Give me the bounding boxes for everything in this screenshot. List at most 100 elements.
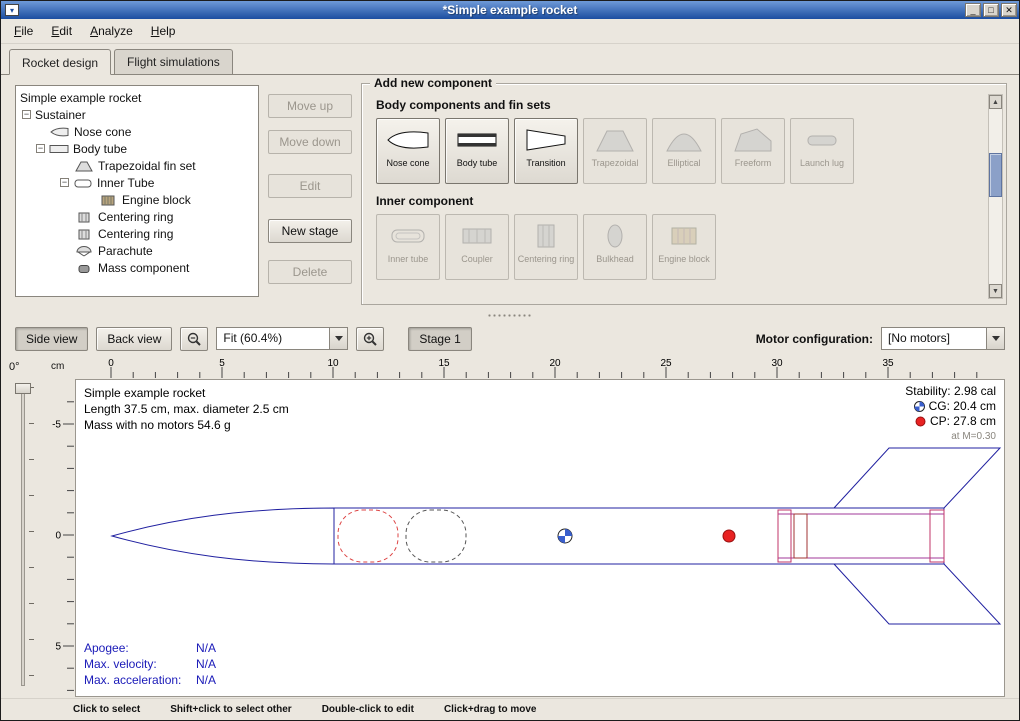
tree-item-parachute[interactable]: Parachute: [16, 242, 258, 259]
stage-1-toggle[interactable]: Stage 1: [408, 327, 471, 351]
horizontal-ruler: 05101520253035: [75, 357, 1005, 379]
move-up-button: Move up: [268, 94, 352, 118]
tree-item-fin-set[interactable]: Trapezoidal fin set: [16, 157, 258, 174]
collapse-icon[interactable]: −: [60, 178, 69, 187]
engine-block-icon: [662, 220, 706, 252]
stability-value: Stability: 2.98 cal: [905, 384, 996, 399]
transition-icon: [524, 124, 568, 156]
coupler-icon: [455, 220, 499, 252]
inner-tube-icon: [73, 177, 93, 189]
launch-lug-icon: [800, 124, 844, 156]
app-icon[interactable]: ▾: [5, 4, 19, 16]
svg-text:15: 15: [438, 358, 450, 369]
zoom-out-button[interactable]: [180, 327, 208, 351]
menu-help[interactable]: Help: [142, 21, 185, 41]
svg-text:35: 35: [882, 358, 894, 369]
scroll-up-icon[interactable]: ▲: [989, 95, 1002, 109]
window-title: *Simple example rocket: [1, 3, 1019, 17]
minimize-button[interactable]: _: [965, 3, 981, 17]
tree-item-centering-ring-1[interactable]: Centering ring: [16, 208, 258, 225]
nose-cone-icon: [386, 124, 430, 156]
rocket-mass: Mass with no motors 54.6 g: [84, 417, 289, 433]
side-view-button[interactable]: Side view: [15, 327, 88, 351]
combo-button[interactable]: [986, 328, 1004, 349]
tree-item-sustainer[interactable]: − Sustainer: [16, 106, 258, 123]
tree-item-mass-component[interactable]: Mass component: [16, 259, 258, 276]
vertical-ruler: -505: [47, 379, 75, 697]
svg-text:-5: -5: [52, 420, 61, 431]
tree-item-rocket[interactable]: Simple example rocket: [16, 89, 258, 106]
combo-button[interactable]: [329, 328, 347, 349]
motor-configuration-value: [No motors]: [882, 328, 986, 349]
flight-info: Apogee:N/A Max. velocity:N/A Max. accele…: [84, 640, 216, 688]
rotation-strip: 0°: [1, 357, 47, 698]
max-velocity-label: Max. velocity:: [84, 656, 196, 672]
svg-text:30: 30: [771, 358, 783, 369]
cg-value: CG: 20.4 cm: [929, 399, 996, 414]
inner-tube-icon: [386, 220, 430, 252]
lower-fin[interactable]: [834, 564, 1000, 624]
upper-fin[interactable]: [834, 448, 1000, 508]
freeform-fin-icon: [731, 124, 775, 156]
new-stage-button[interactable]: New stage: [268, 219, 352, 243]
statusbar: Click to select Shift+click to select ot…: [1, 698, 1019, 720]
tab-flight-simulations[interactable]: Flight simulations: [114, 49, 233, 74]
centering-ring-icon: [74, 228, 94, 240]
close-button[interactable]: ✕: [1001, 3, 1017, 17]
delete-button: Delete: [268, 260, 352, 284]
scroll-down-icon[interactable]: ▼: [989, 284, 1002, 298]
cp-value: CP: 27.8 cm: [930, 414, 996, 429]
inner-component-label: Inner component: [376, 194, 980, 208]
apogee-value: N/A: [196, 641, 216, 655]
body-tube-outline[interactable]: [334, 508, 944, 564]
menu-analyze[interactable]: Analyze: [81, 21, 142, 41]
collapse-icon[interactable]: −: [22, 110, 31, 119]
scrollbar-thumb[interactable]: [989, 153, 1002, 197]
maximize-button[interactable]: □: [983, 3, 999, 17]
tree-item-inner-tube[interactable]: − Inner Tube: [16, 174, 258, 191]
tree-item-nose-cone[interactable]: Nose cone: [16, 123, 258, 140]
zoom-in-button[interactable]: [356, 327, 384, 351]
move-down-button: Move down: [268, 130, 352, 154]
tab-rocket-design[interactable]: Rocket design: [9, 49, 111, 75]
component-scrollbar[interactable]: ▲ ▼: [988, 94, 1003, 299]
edit-button: Edit: [268, 174, 352, 198]
inner-component-buttons: Inner tube Coupler Centering ring Bulkhe…: [376, 214, 980, 280]
tree-item-centering-ring-2[interactable]: Centering ring: [16, 225, 258, 242]
max-acceleration-label: Max. acceleration:: [84, 672, 196, 688]
rocket-canvas[interactable]: Simple example rocket Length 37.5 cm, ma…: [75, 379, 1005, 697]
rocket-dimensions: Length 37.5 cm, max. diameter 2.5 cm: [84, 401, 289, 417]
mass-component-icon: [74, 262, 94, 274]
tree-item-body-tube[interactable]: − Body tube: [16, 140, 258, 157]
ruler-unit-label: cm: [51, 361, 64, 372]
body-tube-icon: [49, 143, 69, 155]
hint-click-drag: Click+drag to move: [444, 704, 537, 715]
hint-double-click: Double-click to edit: [322, 704, 414, 715]
body-tube-icon: [455, 124, 499, 156]
collapse-icon[interactable]: −: [36, 144, 45, 153]
apogee-label: Apogee:: [84, 640, 196, 656]
add-transition-button[interactable]: Transition: [514, 118, 578, 184]
back-view-button[interactable]: Back view: [96, 327, 172, 351]
panel-splitter[interactable]: [1, 311, 1019, 320]
rotation-slider-handle[interactable]: [15, 383, 31, 394]
titlebar[interactable]: ▾ *Simple example rocket _ □ ✕: [1, 1, 1019, 19]
cp-icon: [915, 416, 926, 427]
fin-icon: [74, 160, 94, 172]
add-body-tube-button[interactable]: Body tube: [445, 118, 509, 184]
add-nose-cone-button[interactable]: Nose cone: [376, 118, 440, 184]
zoom-select[interactable]: Fit (60.4%): [216, 327, 348, 350]
cg-marker: [558, 529, 572, 543]
add-trapezoidal-fin-button: Trapezoidal: [583, 118, 647, 184]
svg-text:20: 20: [549, 358, 561, 369]
motor-configuration-select[interactable]: [No motors]: [881, 327, 1005, 350]
menu-edit[interactable]: Edit: [42, 21, 81, 41]
nose-cone-outline[interactable]: [112, 508, 334, 564]
rotation-slider-track[interactable]: [21, 387, 25, 686]
max-acceleration-value: N/A: [196, 673, 216, 687]
elliptical-fin-icon: [662, 124, 706, 156]
tree-item-engine-block[interactable]: Engine block: [16, 191, 258, 208]
rocket-view-panel: 0° cm 05101520253035 -505: [1, 357, 1019, 698]
menu-file[interactable]: File: [5, 21, 42, 41]
hint-click-select: Click to select: [73, 704, 140, 715]
